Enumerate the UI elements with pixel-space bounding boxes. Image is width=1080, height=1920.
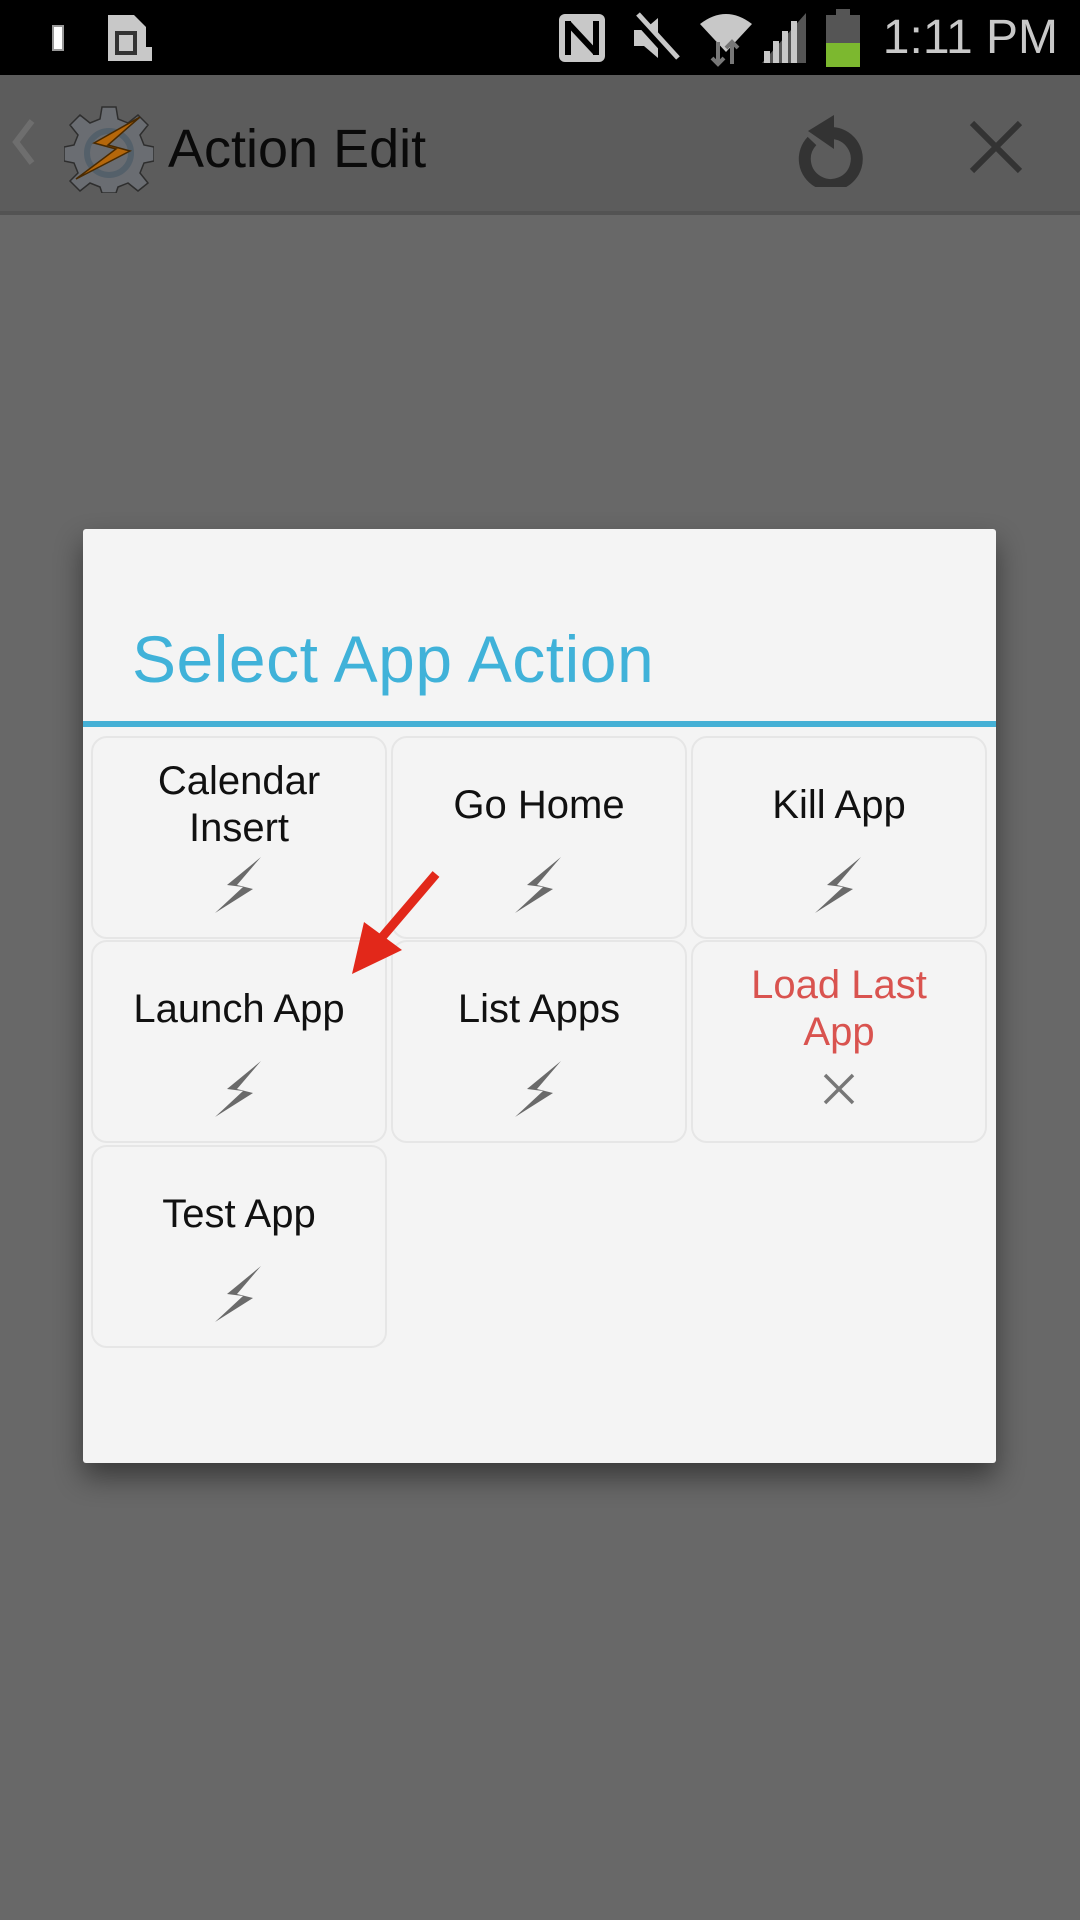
action-bar: Action Edit [0,75,1080,215]
bolt-icon [215,1061,261,1117]
action-list-apps[interactable]: List Apps [391,940,687,1143]
x-icon [823,1073,855,1105]
revert-icon[interactable] [792,107,864,192]
action-label: Load Last App [751,963,927,1054]
select-app-action-dialog: Select App Action Calendar Insert Go Hom… [83,529,996,1463]
battery-icon [826,0,860,75]
bolt-icon [515,857,561,913]
status-time: 1:11 PM [882,11,1058,64]
bolt-icon [815,857,861,913]
bolt-icon [515,1061,561,1117]
action-label: List Apps [457,987,621,1031]
action-kill-app[interactable]: Kill App [691,736,987,939]
action-label: Go Home [453,783,625,827]
action-go-home[interactable]: Go Home [391,736,687,939]
close-icon[interactable] [968,119,1024,180]
sim-card-icon [106,0,152,75]
wifi-icon [696,0,756,75]
signal-icon [760,0,808,75]
action-calendar-insert[interactable]: Calendar Insert [91,736,387,939]
bolt-icon [215,1266,261,1322]
action-label: Launch App [133,987,345,1031]
title-divider [83,721,996,727]
tasker-gear-bolt-icon [63,103,155,198]
page-title: Action Edit [168,119,427,179]
mute-icon [628,0,680,75]
action-load-last-app[interactable]: Load Last App [691,940,987,1143]
bolt-icon [215,857,261,913]
nfc-icon [558,0,606,75]
action-test-app[interactable]: Test App [91,1145,387,1348]
notification-icon [52,0,64,75]
action-label: Test App [162,1192,316,1236]
dialog-title: Select App Action [132,622,655,696]
action-label: Calendar Insert [157,759,321,850]
action-label: Kill App [772,783,906,827]
status-bar: 1:11 PM [0,0,1080,75]
action-launch-app[interactable]: Launch App [91,940,387,1143]
chevron-left-icon[interactable] [10,117,36,172]
